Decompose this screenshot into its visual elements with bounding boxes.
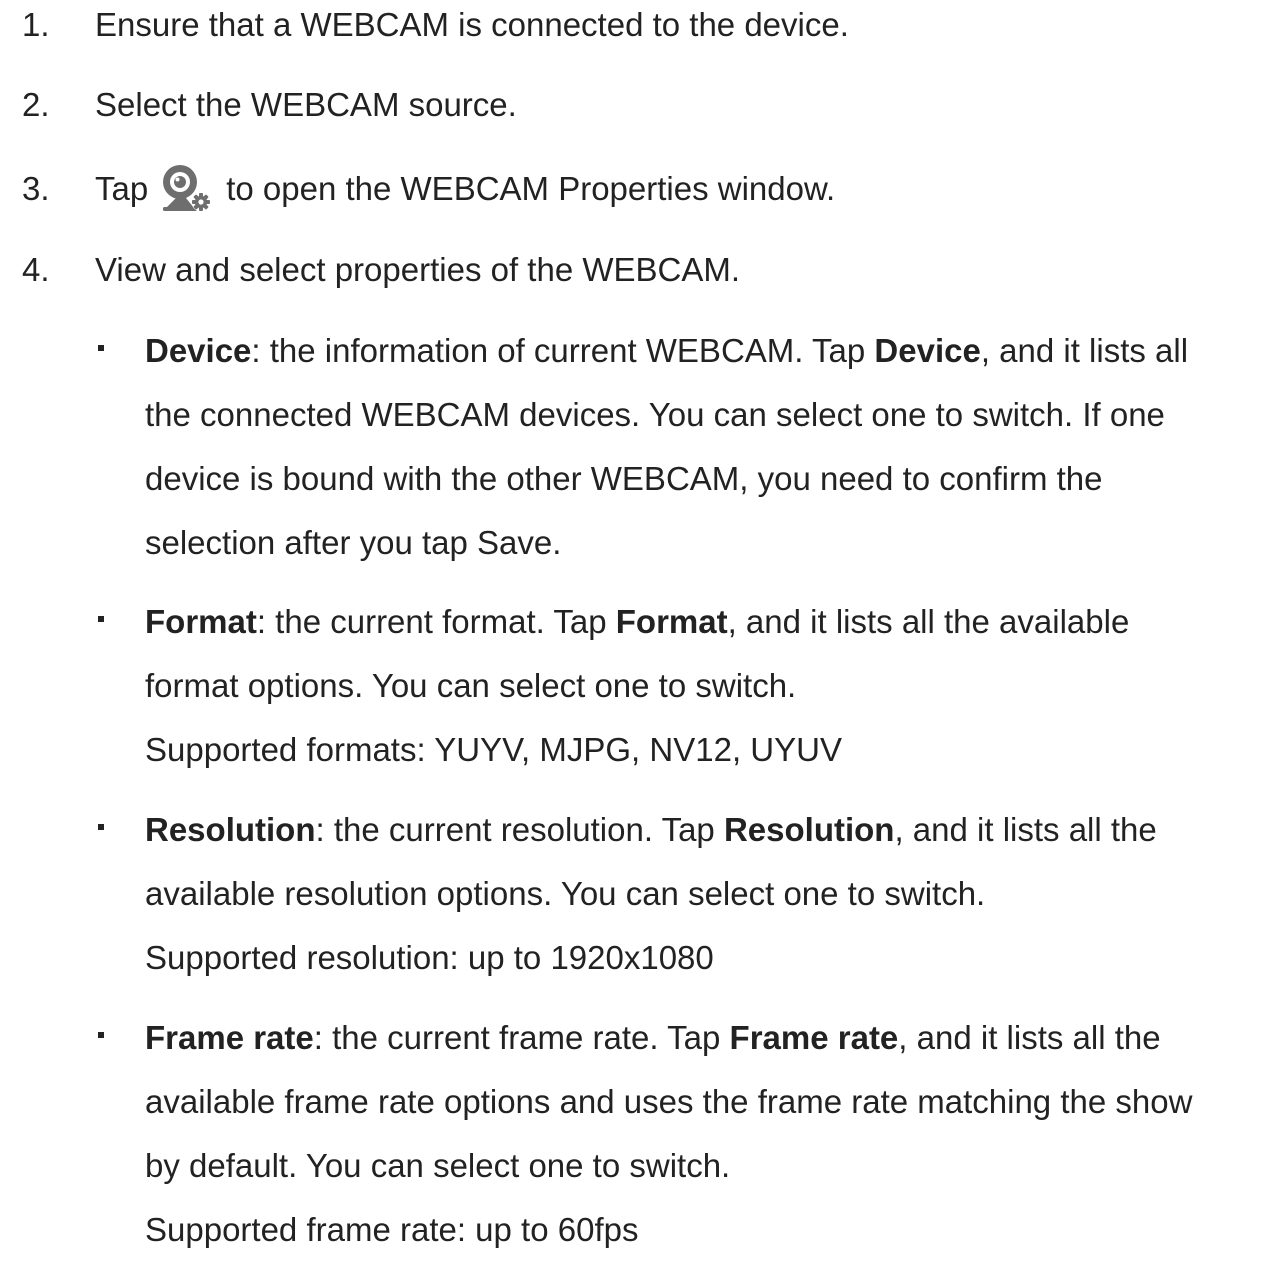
text-fragment: , and it lists all	[980, 332, 1189, 369]
text-line: Supported formats: YUYV, MJPG, NV12, UYU…	[145, 731, 842, 768]
property-term-inline: Device	[874, 332, 981, 369]
step-number: 3.	[22, 170, 50, 207]
text-line: Format: the current format. Tap Format, …	[145, 590, 1275, 654]
property-format: Format: the current format. Tap Format, …	[0, 590, 1288, 782]
property-term: Frame rate	[145, 1019, 314, 1056]
step-number: 1.	[22, 6, 50, 43]
text-fragment: : the current format. Tap	[256, 603, 616, 640]
property-term-inline: Frame rate	[729, 1019, 899, 1056]
property-description: Device: the information of current WEBCA…	[145, 319, 1275, 575]
step-text: Tap to open the WEBCAM Properties window…	[95, 164, 835, 214]
text-fragment: , and it lists all the	[898, 1019, 1161, 1056]
step-text-after: to open the WEBCAM Properties window.	[226, 170, 836, 207]
property-resolution: Resolution: the current resolution. Tap …	[0, 798, 1288, 990]
webcam-settings-icon	[156, 164, 216, 214]
property-term-inline: Resolution	[723, 811, 895, 848]
step-text: Select the WEBCAM source.	[95, 86, 517, 123]
step-number: 4.	[22, 251, 50, 288]
property-term: Format	[145, 603, 257, 640]
property-term-inline: Format	[615, 603, 728, 640]
text-fragment: , and it lists all the	[894, 811, 1157, 848]
property-description: Frame rate: the current frame rate. Tap …	[145, 1006, 1275, 1248]
property-term: Resolution	[145, 811, 316, 848]
step-text: View and select properties of the WEBCAM…	[95, 251, 741, 288]
property-device: Device: the information of current WEBCA…	[0, 319, 1288, 575]
property-frame-rate: Frame rate: the current frame rate. Tap …	[0, 1006, 1288, 1251]
step-3: 3. Tap to open the WEBCAM Properties win…	[0, 164, 1288, 214]
step-2: 2. Select the WEBCAM source.	[0, 80, 1288, 130]
step-text: Ensure that a WEBCAM is connected to the…	[95, 6, 849, 43]
text-line: selection after you tap Save.	[145, 524, 562, 561]
text-fragment: : the current resolution. Tap	[315, 811, 724, 848]
text-fragment: , and it lists all the available	[727, 603, 1130, 640]
property-description: Format: the current format. Tap Format, …	[145, 590, 1275, 782]
text-line: Supported resolution: up to 1920x1080	[145, 939, 714, 976]
text-fragment: : the current frame rate. Tap	[313, 1019, 730, 1056]
text-line: Frame rate: the current frame rate. Tap …	[145, 1006, 1275, 1070]
step-1: 1. Ensure that a WEBCAM is connected to …	[0, 0, 1288, 50]
text-line: Resolution: the current resolution. Tap …	[145, 798, 1275, 862]
text-line: format options. You can select one to sw…	[145, 667, 797, 704]
text-line: by default. You can select one to switch…	[145, 1147, 731, 1184]
step-4: 4. View and select properties of the WEB…	[0, 245, 1288, 295]
bullet-marker	[98, 1032, 104, 1038]
bullet-marker	[98, 824, 104, 830]
text-line: Device: the information of current WEBCA…	[145, 319, 1275, 383]
text-line: Supported frame rate: up to 60fps	[145, 1211, 639, 1248]
bullet-marker	[98, 616, 104, 622]
text-line: available resolution options. You can se…	[145, 875, 986, 912]
property-description: Resolution: the current resolution. Tap …	[145, 798, 1275, 990]
text-line: the connected WEBCAM devices. You can se…	[145, 396, 1165, 433]
text-line: device is bound with the other WEBCAM, y…	[145, 460, 1103, 497]
step-text-before: Tap	[95, 170, 149, 207]
property-term: Device	[145, 332, 252, 369]
step-number: 2.	[22, 86, 50, 123]
bullet-marker	[98, 345, 104, 351]
text-line: available frame rate options and uses th…	[145, 1083, 1193, 1120]
text-fragment: : the information of current WEBCAM. Tap	[251, 332, 875, 369]
